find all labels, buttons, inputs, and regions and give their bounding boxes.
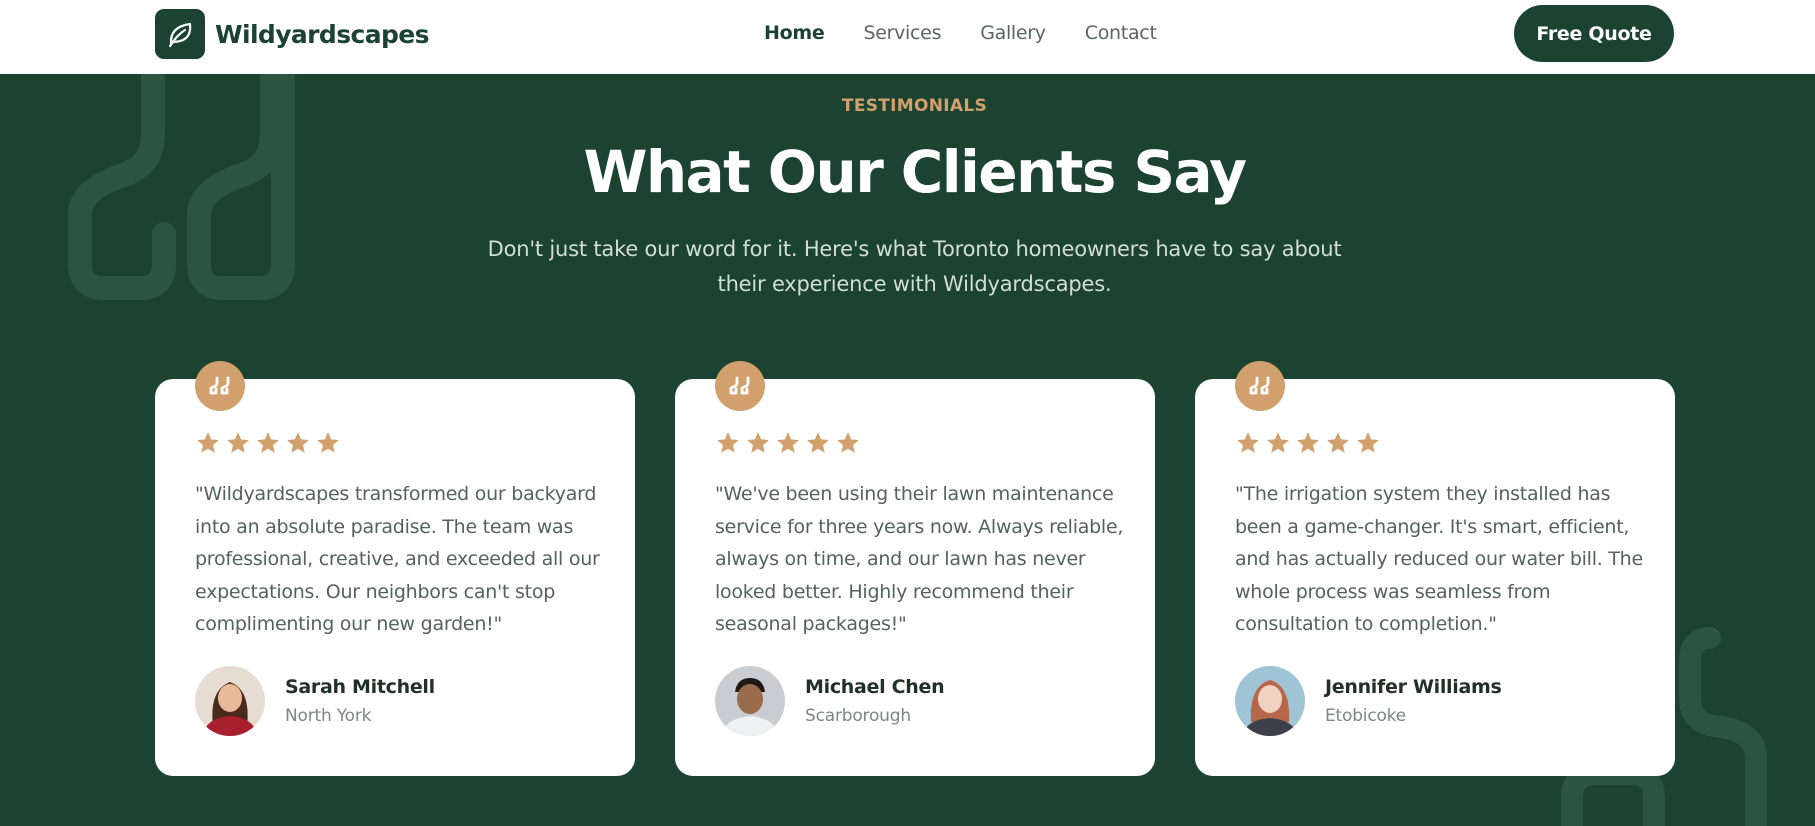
star-icon xyxy=(745,430,771,456)
avatar xyxy=(195,666,265,736)
quote-badge xyxy=(195,361,245,411)
avatar xyxy=(715,666,785,736)
quote-icon xyxy=(1249,376,1270,395)
star-icon xyxy=(1235,430,1261,456)
quote-badge xyxy=(715,361,765,411)
site-header: Wildyardscapes Home Services Gallery Con… xyxy=(0,0,1815,74)
author-location: Etobicoke xyxy=(1325,706,1406,726)
nav-contact[interactable]: Contact xyxy=(1085,22,1157,44)
quote-icon xyxy=(729,376,750,395)
avatar xyxy=(1235,666,1305,736)
quote-icon xyxy=(209,376,230,395)
star-icon xyxy=(255,430,281,456)
star-icon xyxy=(315,430,341,456)
star-icon xyxy=(1355,430,1381,456)
author-name: Jennifer Williams xyxy=(1325,676,1502,698)
testimonial-quote: "The irrigation system they installed ha… xyxy=(1235,483,1643,636)
section-title: What Our Clients Say xyxy=(583,138,1247,206)
leaf-icon xyxy=(168,22,192,48)
star-icon xyxy=(1295,430,1321,456)
star-icon xyxy=(285,430,311,456)
nav-home[interactable]: Home xyxy=(764,22,825,44)
star-icon xyxy=(805,430,831,456)
star-icon xyxy=(835,430,861,456)
star-rating xyxy=(195,430,345,456)
author-name: Michael Chen xyxy=(805,676,945,698)
author-name: Sarah Mitchell xyxy=(285,676,435,698)
star-icon xyxy=(715,430,741,456)
star-icon xyxy=(225,430,251,456)
section-eyebrow: TESTIMONIALS xyxy=(841,96,988,116)
logo-badge xyxy=(155,9,205,59)
author-location: North York xyxy=(285,706,372,726)
testimonial-quote: "Wildyardscapes transformed our backyard… xyxy=(195,483,600,636)
main-nav: Home Services Gallery Contact xyxy=(764,22,1196,44)
section-subtitle: Don't just take our word for it. Here's … xyxy=(487,237,1342,296)
testimonial-card: "Wildyardscapes transformed our backyard… xyxy=(155,361,635,776)
nav-services[interactable]: Services xyxy=(863,22,941,44)
star-rating xyxy=(715,430,865,456)
nav-gallery[interactable]: Gallery xyxy=(980,22,1046,44)
star-icon xyxy=(1325,430,1351,456)
testimonial-author: Sarah Mitchell North York xyxy=(195,666,435,736)
author-location: Scarborough xyxy=(805,706,911,726)
star-rating xyxy=(1235,430,1385,456)
testimonial-quote: "We've been using their lawn maintenance… xyxy=(715,483,1124,636)
brand-logo-link[interactable]: Wildyardscapes xyxy=(155,9,430,59)
star-icon xyxy=(1265,430,1291,456)
testimonial-card: "We've been using their lawn maintenance… xyxy=(675,361,1155,776)
quote-badge xyxy=(1235,361,1285,411)
free-quote-button[interactable]: Free Quote xyxy=(1514,5,1674,62)
star-icon xyxy=(775,430,801,456)
testimonial-author: Jennifer Williams Etobicoke xyxy=(1235,666,1502,736)
testimonial-card: "The irrigation system they installed ha… xyxy=(1195,361,1675,776)
star-icon xyxy=(195,430,221,456)
brand-name: Wildyardscapes xyxy=(215,19,430,49)
testimonial-author: Michael Chen Scarborough xyxy=(715,666,945,736)
